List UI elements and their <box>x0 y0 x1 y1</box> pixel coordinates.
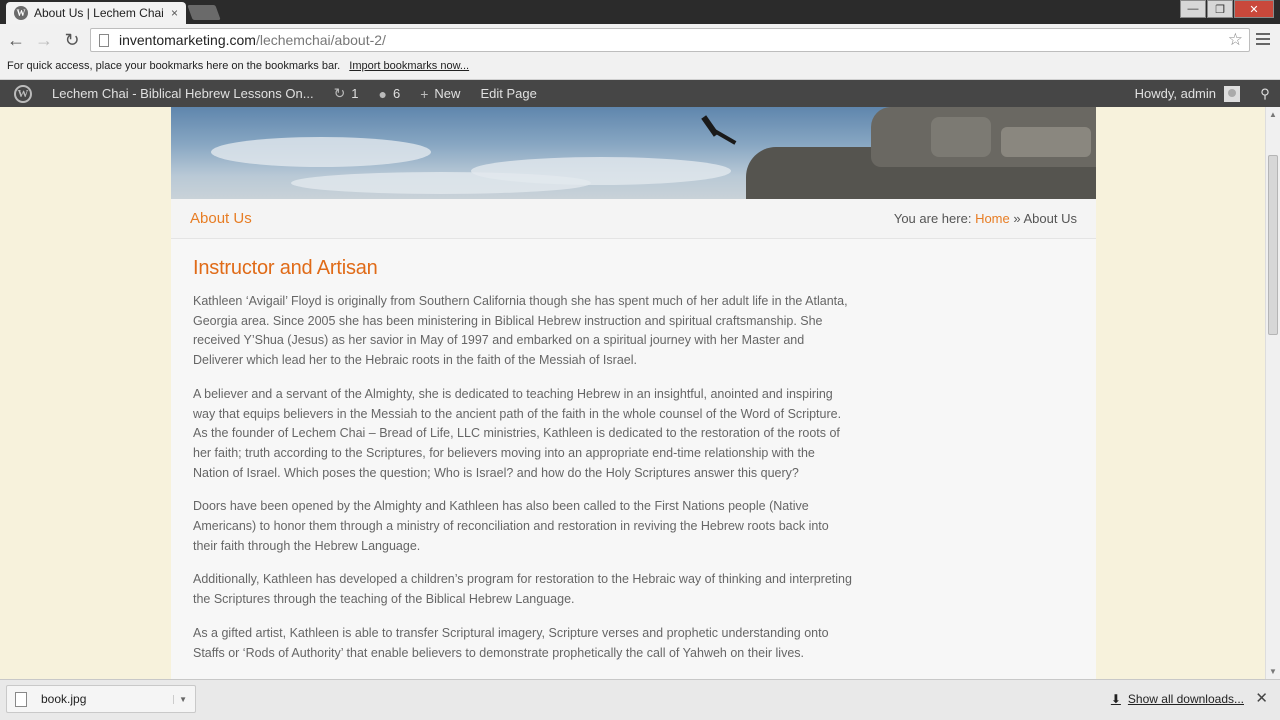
page-title-bar: About Us You are here: Home » About Us <box>171 199 1096 239</box>
avatar <box>1224 85 1240 102</box>
bookmarks-bar: For quick access, place your bookmarks h… <box>0 56 1280 80</box>
forward-button[interactable]: → <box>32 28 56 52</box>
paragraph: Additionally, Kathleen has developed a c… <box>193 572 852 607</box>
url-path: /lechemchai/about-2/ <box>255 32 386 48</box>
wp-logo-menu[interactable]: W <box>0 80 42 107</box>
browser-titlebar: W About Us | Lechem Chai – × — ❐ ✕ <box>0 0 1280 24</box>
close-downloads-icon[interactable]: ✕ <box>1255 689 1268 707</box>
show-all-label: Show all downloads... <box>1127 692 1244 706</box>
address-bar[interactable]: inventomarketing.com/lechemchai/about-2/… <box>90 28 1250 52</box>
scroll-up-arrow-icon[interactable]: ▲ <box>1269 110 1277 119</box>
scrollbar-thumb[interactable] <box>1268 155 1278 335</box>
plus-icon: + <box>420 85 429 102</box>
breadcrumb-home-link[interactable]: Home <box>975 211 1010 226</box>
my-account-menu[interactable]: Howdy, admin <box>1125 80 1250 107</box>
breadcrumb-current: About Us <box>1023 211 1077 226</box>
comments-link[interactable]: ● 6 <box>369 80 411 107</box>
admin-bar-secondary: Howdy, admin ⚲ <box>1125 80 1280 107</box>
tab-close-icon[interactable]: × <box>171 6 178 20</box>
paragraph: Doors have been opened by the Almighty a… <box>193 499 829 553</box>
import-bookmarks-link[interactable]: Import bookmarks now... <box>349 60 469 72</box>
download-menu-chevron-icon[interactable]: ▼ <box>173 694 187 704</box>
chrome-menu-icon[interactable] <box>1256 33 1270 48</box>
url-host: inventomarketing.com <box>119 32 256 48</box>
new-label: New <box>434 86 461 101</box>
article-content: Instructor and Artisan Kathleen ‘Avigail… <box>193 257 853 677</box>
updates-link[interactable]: ↻ 1 <box>324 80 369 107</box>
breadcrumb-separator: » <box>1013 211 1021 226</box>
new-tab-button[interactable] <box>187 5 221 20</box>
download-file-name: book.jpg <box>41 692 87 706</box>
page-scrollbar[interactable]: ▲ ▼ <box>1265 107 1280 679</box>
howdy-label: Howdy, admin <box>1134 86 1216 101</box>
window-controls: — ❐ ✕ <box>1179 0 1274 18</box>
paragraph: Kathleen ‘Avigail’ Floyd is originally f… <box>193 294 848 368</box>
back-button[interactable]: ← <box>4 28 28 52</box>
header-banner-image <box>171 107 1096 199</box>
download-arrow-icon: ⬇ <box>1110 692 1121 706</box>
bookmarks-prompt: For quick access, place your bookmarks h… <box>7 60 341 72</box>
download-item[interactable]: book.jpg ▼ <box>6 685 196 713</box>
site-name-link[interactable]: Lechem Chai - Biblical Hebrew Lessons On… <box>42 80 324 107</box>
wordpress-favicon-icon: W <box>14 6 28 20</box>
bookmark-star-icon[interactable]: ☆ <box>1228 30 1243 50</box>
browser-tab-active[interactable]: W About Us | Lechem Chai – × <box>6 2 186 24</box>
wordpress-logo-icon: W <box>14 84 32 103</box>
updates-icon: ↻ <box>333 85 346 101</box>
tab-title: About Us | Lechem Chai – <box>34 6 167 20</box>
maximize-button[interactable]: ❐ <box>1207 0 1233 18</box>
close-window-button[interactable]: ✕ <box>1234 0 1274 18</box>
admin-search-icon[interactable]: ⚲ <box>1250 80 1280 107</box>
breadcrumb: You are here: Home » About Us <box>894 211 1077 226</box>
show-all-downloads-link[interactable]: ⬇ Show all downloads... <box>1111 692 1244 706</box>
download-shelf: book.jpg ▼ ⬇ Show all downloads... ✕ <box>0 679 1280 720</box>
paragraph: A believer and a servant of the Almighty… <box>193 386 842 480</box>
browser-toolbar: ← → ↻ inventomarketing.com/lechemchai/ab… <box>0 24 1280 56</box>
scroll-down-arrow-icon[interactable]: ▼ <box>1269 667 1277 676</box>
updates-count: 1 <box>351 86 359 101</box>
reload-button[interactable]: ↻ <box>60 28 84 52</box>
minimize-button[interactable]: — <box>1180 0 1206 18</box>
paragraph: As a gifted artist, Kathleen is able to … <box>193 625 829 660</box>
edit-page-link[interactable]: Edit Page <box>470 80 546 107</box>
section-heading: Instructor and Artisan <box>193 257 378 279</box>
file-icon <box>15 691 27 707</box>
comments-count: 6 <box>393 86 401 101</box>
wp-admin-bar: W Lechem Chai - Biblical Hebrew Lessons … <box>0 80 1280 107</box>
page-title: About Us <box>190 210 252 227</box>
breadcrumb-prefix: You are here: <box>893 211 972 226</box>
page-container: About Us You are here: Home » About Us I… <box>171 107 1096 679</box>
new-content-link[interactable]: + New <box>410 80 470 107</box>
comment-bubble-icon: ● <box>378 85 387 102</box>
page-icon <box>99 33 109 47</box>
